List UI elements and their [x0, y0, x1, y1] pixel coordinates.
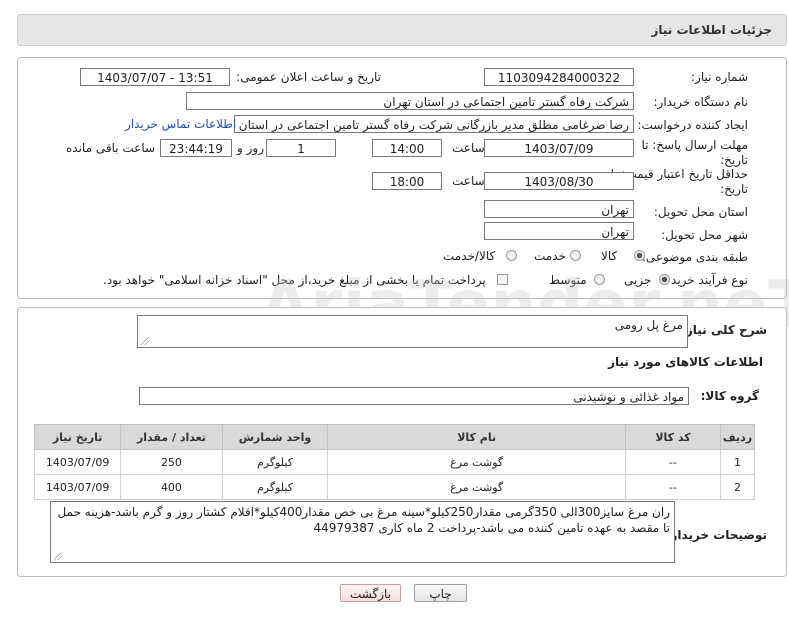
goods-info-title: اطلاعات کالاهای مورد نیاز: [608, 355, 763, 369]
col-name: نام کالا: [327, 424, 626, 450]
city-label: شهر محل تحویل:: [661, 228, 748, 242]
goods-group-label: گروه کالا:: [700, 389, 759, 403]
goods-group-field: مواد غذائی و نوشیدنی: [139, 387, 689, 405]
summary-label: شرح کلی نیاز:: [681, 323, 767, 337]
remaining-time-label: ساعت باقی مانده: [66, 141, 156, 155]
cell-unit: کیلوگرم: [221, 449, 329, 475]
deadline-label-text: مهلت ارسال پاسخ: تا تاریخ:: [641, 138, 748, 167]
deadline-time-label: ساعت: [452, 141, 485, 155]
resize-grip-icon[interactable]: [54, 552, 62, 560]
category-option-service: خدمت: [534, 249, 566, 263]
buyer-notes-text: ران مرغ سایز300الی 350گرمی مقدار250کیلو*…: [57, 505, 670, 535]
goods-table-header: ردیف کد کالا نام کالا واحد شمارش تعداد /…: [33, 424, 755, 450]
buyer-notes-textarea[interactable]: ران مرغ سایز300الی 350گرمی مقدار250کیلو*…: [50, 501, 675, 563]
need-number-field: 1103094284000322: [484, 68, 634, 86]
validity-time-label: ساعت: [452, 174, 485, 188]
announce-datetime-label: تاریخ و ساعت اعلان عمومی:: [236, 70, 381, 84]
buyer-notes-label: توضیحات خریدار:: [665, 528, 767, 542]
cell-qty: 400: [120, 474, 223, 500]
remaining-days-label: روز و: [237, 141, 264, 155]
summary-textarea[interactable]: مرغ پل رومی: [137, 315, 688, 348]
col-unit: واحد شمارش: [221, 424, 329, 450]
col-date: تاریخ نیاز: [33, 424, 122, 450]
category-option-goods-service: کالا/خدمت: [443, 249, 496, 263]
goods-table-wrap: ردیف کد کالا نام کالا واحد شمارش تعداد /…: [33, 424, 755, 500]
category-radio-service[interactable]: [570, 250, 581, 261]
deadline-label: مهلت ارسال پاسخ: تا تاریخ:: [638, 138, 748, 168]
city-field: تهران: [484, 222, 634, 240]
buyer-org-field: شرکت رفاه گستر تامین اجتماعی در استان ته…: [186, 92, 634, 110]
validity-time-field: 18:00: [372, 172, 442, 190]
deadline-date-field: 1403/07/09: [484, 139, 634, 157]
col-qty: تعداد / مقدار: [120, 424, 223, 450]
category-radio-goods-service[interactable]: [506, 250, 517, 261]
cell-qty: 250: [120, 449, 223, 475]
category-radio-goods[interactable]: [634, 250, 645, 261]
cell-row: 2: [720, 474, 755, 500]
category-option-goods: کالا: [601, 249, 618, 263]
announce-datetime-field: 1403/07/07 - 13:51: [80, 68, 230, 86]
goods-table: ردیف کد کالا نام کالا واحد شمارش تعداد /…: [33, 424, 755, 500]
col-row: ردیف: [720, 424, 755, 450]
category-label: طبقه بندی موضوعی:: [641, 250, 748, 264]
province-field: تهران: [484, 200, 634, 218]
col-code: کد کالا: [624, 424, 722, 450]
summary-text: مرغ پل رومی: [614, 318, 683, 332]
validity-date-field: 1403/08/30: [484, 172, 634, 190]
table-row[interactable]: 2 -- گوشت مرغ کیلوگرم 400 1403/07/09: [33, 474, 755, 500]
resize-grip-icon[interactable]: [141, 337, 149, 345]
cell-date: 1403/07/09: [33, 474, 122, 500]
page-header: جزئیات اطلاعات نیاز: [17, 14, 787, 46]
cell-code: --: [624, 449, 722, 475]
buyer-contact-link[interactable]: اطلاعات تماس خریدار: [125, 117, 236, 131]
back-button[interactable]: بازگشت: [340, 584, 401, 602]
cell-unit: کیلوگرم: [221, 474, 329, 500]
buyer-org-label: نام دستگاه خریدار:: [653, 95, 749, 109]
cell-code: --: [624, 474, 722, 500]
creator-label: ایجاد کننده درخواست:: [637, 118, 748, 132]
print-button[interactable]: چاپ: [414, 584, 467, 602]
page-title: جزئیات اطلاعات نیاز: [651, 23, 772, 37]
creator-field: رضا ضرغامی مطلق مدیر بازرگانی شرکت رفاه …: [234, 115, 634, 133]
need-number-label: شماره نیاز:: [691, 70, 748, 84]
cell-row: 1: [720, 449, 755, 475]
cell-date: 1403/07/09: [33, 449, 122, 475]
table-row[interactable]: 1 -- گوشت مرغ کیلوگرم 250 1403/07/09: [33, 449, 755, 475]
province-label: استان محل تحویل:: [653, 205, 748, 219]
remaining-time-field: 23:44:19: [160, 139, 232, 157]
deadline-time-field: 14:00: [372, 139, 442, 157]
cell-name: گوشت مرغ: [327, 449, 626, 475]
remaining-days-field: 1: [266, 139, 336, 157]
cell-name: گوشت مرغ: [327, 474, 626, 500]
